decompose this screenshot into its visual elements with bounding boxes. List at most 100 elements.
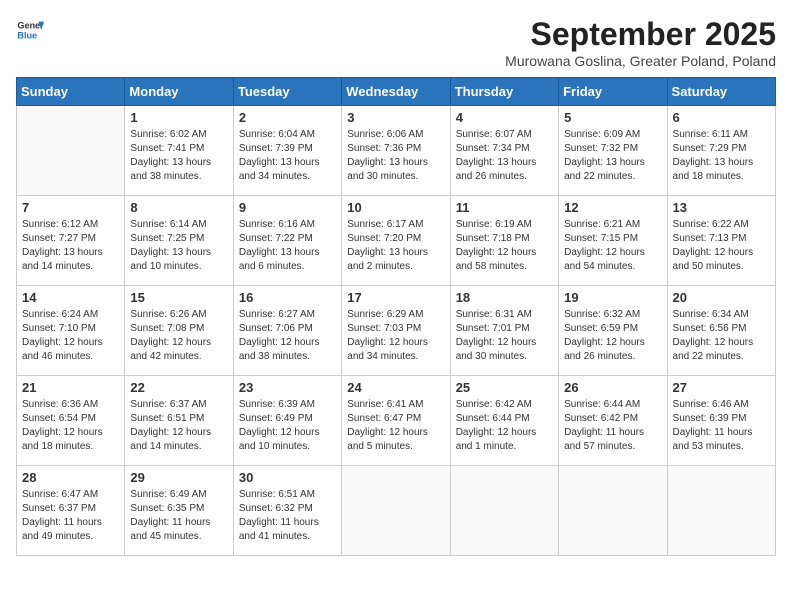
day-info: Sunrise: 6:06 AMSunset: 7:36 PMDaylight:…: [347, 128, 444, 184]
day-info: Sunrise: 6:04 AMSunset: 7:39 PMDaylight:…: [239, 128, 336, 184]
day-info: Sunrise: 6:24 AMSunset: 7:10 PMDaylight:…: [22, 308, 119, 364]
weekday-header-wednesday: Wednesday: [342, 78, 450, 106]
day-info: Sunrise: 6:21 AMSunset: 7:15 PMDaylight:…: [564, 218, 661, 274]
calendar-body: 1 Sunrise: 6:02 AMSunset: 7:41 PMDaylight…: [17, 106, 776, 556]
day-number: 7: [22, 200, 119, 215]
calendar-cell: 13 Sunrise: 6:22 AMSunset: 7:13 PMDayligh…: [667, 196, 775, 286]
calendar-cell: [17, 106, 125, 196]
day-info: Sunrise: 6:51 AMSunset: 6:32 PMDaylight:…: [239, 488, 336, 544]
day-number: 12: [564, 200, 661, 215]
day-number: 10: [347, 200, 444, 215]
calendar-cell: 19Sunrise: 6:32 AMSunset: 6:59 PMDayligh…: [559, 286, 667, 376]
day-info: Sunrise: 6:31 AMSunset: 7:01 PMDaylight:…: [456, 308, 553, 364]
day-number: 25: [456, 380, 553, 395]
day-info: Sunrise: 6:02 AMSunset: 7:41 PMDaylight:…: [130, 128, 227, 184]
day-info: Sunrise: 6:16 AMSunset: 7:22 PMDaylight:…: [239, 218, 336, 274]
day-number: 26: [564, 380, 661, 395]
calendar-header-row: SundayMondayTuesdayWednesdayThursdayFrid…: [17, 78, 776, 106]
calendar-cell: 2 Sunrise: 6:04 AMSunset: 7:39 PMDaylight…: [233, 106, 341, 196]
calendar-week-5: 28Sunrise: 6:47 AMSunset: 6:37 PMDayligh…: [17, 466, 776, 556]
calendar-cell: 12 Sunrise: 6:21 AMSunset: 7:15 PMDayligh…: [559, 196, 667, 286]
calendar-table: SundayMondayTuesdayWednesdayThursdayFrid…: [16, 77, 776, 556]
calendar-cell: 1 Sunrise: 6:02 AMSunset: 7:41 PMDaylight…: [125, 106, 233, 196]
calendar-cell: 26 Sunrise: 6:44 AMSunset: 6:42 PMDayligh…: [559, 376, 667, 466]
day-info: Sunrise: 6:11 AMSunset: 7:29 PMDaylight:…: [673, 128, 770, 184]
day-number: 5: [564, 110, 661, 125]
day-info: Sunrise: 6:49 AMSunset: 6:35 PMDaylight:…: [130, 488, 227, 544]
day-number: 6: [673, 110, 770, 125]
calendar-cell: 5 Sunrise: 6:09 AMSunset: 7:32 PMDaylight…: [559, 106, 667, 196]
day-info: Sunrise: 6:47 AMSunset: 6:37 PMDaylight:…: [22, 488, 119, 544]
calendar-cell: 22 Sunrise: 6:37 AMSunset: 6:51 PMDayligh…: [125, 376, 233, 466]
calendar-cell: 28Sunrise: 6:47 AMSunset: 6:37 PMDayligh…: [17, 466, 125, 556]
weekday-header-tuesday: Tuesday: [233, 78, 341, 106]
day-number: 4: [456, 110, 553, 125]
weekday-header-thursday: Thursday: [450, 78, 558, 106]
day-number: 1: [130, 110, 227, 125]
logo: General Blue: [16, 16, 48, 44]
calendar-week-4: 21Sunrise: 6:36 AMSunset: 6:54 PMDayligh…: [17, 376, 776, 466]
calendar-cell: 4 Sunrise: 6:07 AMSunset: 7:34 PMDaylight…: [450, 106, 558, 196]
day-info: Sunrise: 6:14 AMSunset: 7:25 PMDaylight:…: [130, 218, 227, 274]
day-number: 20: [673, 290, 770, 305]
day-number: 15: [130, 290, 227, 305]
day-number: 22: [130, 380, 227, 395]
calendar-cell: 27 Sunrise: 6:46 AMSunset: 6:39 PMDayligh…: [667, 376, 775, 466]
calendar-cell: [342, 466, 450, 556]
day-info: Sunrise: 6:44 AMSunset: 6:42 PMDaylight:…: [564, 398, 661, 454]
calendar-week-1: 1 Sunrise: 6:02 AMSunset: 7:41 PMDaylight…: [17, 106, 776, 196]
calendar-cell: 7 Sunrise: 6:12 AMSunset: 7:27 PMDaylight…: [17, 196, 125, 286]
day-number: 23: [239, 380, 336, 395]
month-title: September 2025: [505, 16, 776, 53]
location-subtitle: Murowana Goslina, Greater Poland, Poland: [505, 53, 776, 69]
day-info: Sunrise: 6:22 AMSunset: 7:13 PMDaylight:…: [673, 218, 770, 274]
day-info: Sunrise: 6:37 AMSunset: 6:51 PMDaylight:…: [130, 398, 227, 454]
calendar-cell: 30 Sunrise: 6:51 AMSunset: 6:32 PMDayligh…: [233, 466, 341, 556]
svg-text:Blue: Blue: [17, 30, 37, 40]
day-number: 27: [673, 380, 770, 395]
day-info: Sunrise: 6:42 AMSunset: 6:44 PMDaylight:…: [456, 398, 553, 454]
calendar-cell: 18 Sunrise: 6:31 AMSunset: 7:01 PMDayligh…: [450, 286, 558, 376]
day-number: 18: [456, 290, 553, 305]
day-info: Sunrise: 6:26 AMSunset: 7:08 PMDaylight:…: [130, 308, 227, 364]
day-info: Sunrise: 6:17 AMSunset: 7:20 PMDaylight:…: [347, 218, 444, 274]
day-info: Sunrise: 6:39 AMSunset: 6:49 PMDaylight:…: [239, 398, 336, 454]
calendar-cell: 11 Sunrise: 6:19 AMSunset: 7:18 PMDayligh…: [450, 196, 558, 286]
calendar-cell: 20Sunrise: 6:34 AMSunset: 6:56 PMDayligh…: [667, 286, 775, 376]
day-info: Sunrise: 6:19 AMSunset: 7:18 PMDaylight:…: [456, 218, 553, 274]
day-info: Sunrise: 6:27 AMSunset: 7:06 PMDaylight:…: [239, 308, 336, 364]
weekday-header-monday: Monday: [125, 78, 233, 106]
day-info: Sunrise: 6:09 AMSunset: 7:32 PMDaylight:…: [564, 128, 661, 184]
day-number: 30: [239, 470, 336, 485]
calendar-cell: 14Sunrise: 6:24 AMSunset: 7:10 PMDayligh…: [17, 286, 125, 376]
day-number: 2: [239, 110, 336, 125]
day-info: Sunrise: 6:07 AMSunset: 7:34 PMDaylight:…: [456, 128, 553, 184]
day-number: 19: [564, 290, 661, 305]
calendar-cell: [559, 466, 667, 556]
day-number: 13: [673, 200, 770, 215]
page-header: General Blue September 2025 Murowana Gos…: [16, 16, 776, 69]
day-info: Sunrise: 6:41 AMSunset: 6:47 PMDaylight:…: [347, 398, 444, 454]
calendar-cell: 10 Sunrise: 6:17 AMSunset: 7:20 PMDayligh…: [342, 196, 450, 286]
calendar-cell: 25 Sunrise: 6:42 AMSunset: 6:44 PMDayligh…: [450, 376, 558, 466]
calendar-week-2: 7 Sunrise: 6:12 AMSunset: 7:27 PMDaylight…: [17, 196, 776, 286]
day-number: 29: [130, 470, 227, 485]
title-block: September 2025 Murowana Goslina, Greater…: [505, 16, 776, 69]
day-info: Sunrise: 6:36 AMSunset: 6:54 PMDaylight:…: [22, 398, 119, 454]
calendar-cell: 23 Sunrise: 6:39 AMSunset: 6:49 PMDayligh…: [233, 376, 341, 466]
weekday-header-saturday: Saturday: [667, 78, 775, 106]
day-info: Sunrise: 6:46 AMSunset: 6:39 PMDaylight:…: [673, 398, 770, 454]
day-number: 8: [130, 200, 227, 215]
calendar-cell: 6 Sunrise: 6:11 AMSunset: 7:29 PMDaylight…: [667, 106, 775, 196]
day-number: 3: [347, 110, 444, 125]
calendar-cell: 16 Sunrise: 6:27 AMSunset: 7:06 PMDayligh…: [233, 286, 341, 376]
day-info: Sunrise: 6:12 AMSunset: 7:27 PMDaylight:…: [22, 218, 119, 274]
logo-icon: General Blue: [16, 16, 44, 44]
day-number: 24: [347, 380, 444, 395]
calendar-cell: [667, 466, 775, 556]
calendar-cell: 8 Sunrise: 6:14 AMSunset: 7:25 PMDaylight…: [125, 196, 233, 286]
day-number: 16: [239, 290, 336, 305]
day-number: 11: [456, 200, 553, 215]
calendar-cell: 17Sunrise: 6:29 AMSunset: 7:03 PMDayligh…: [342, 286, 450, 376]
weekday-header-sunday: Sunday: [17, 78, 125, 106]
